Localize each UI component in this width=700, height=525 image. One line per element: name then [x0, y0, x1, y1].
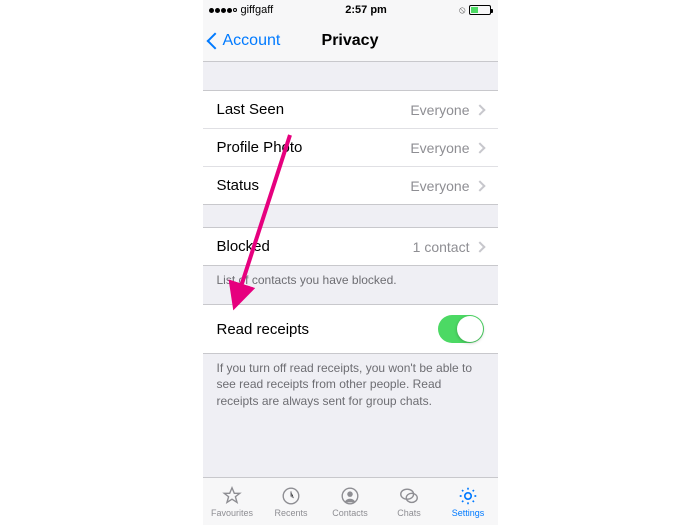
status-right: ⦸	[459, 5, 492, 16]
chevron-right-icon	[474, 241, 485, 252]
tab-favourites[interactable]: Favourites	[203, 478, 262, 525]
chats-icon	[398, 485, 420, 507]
toggle-knob	[457, 316, 483, 342]
tab-label: Settings	[452, 508, 485, 518]
status-left: giffgaff	[209, 4, 274, 16]
tab-bar: Favourites Recents Contacts Chats Settin…	[203, 477, 498, 525]
phone-screen: giffgaff 2:57 pm ⦸ Account Privacy Last …	[203, 0, 498, 525]
star-icon	[221, 485, 243, 507]
chevron-left-icon	[206, 32, 223, 49]
back-label: Account	[223, 32, 281, 50]
tab-settings[interactable]: Settings	[439, 478, 498, 525]
row-label: Last Seen	[217, 101, 285, 118]
tab-label: Chats	[397, 508, 421, 518]
signal-dots-icon	[209, 8, 237, 13]
row-label: Blocked	[217, 238, 270, 255]
blocked-footer: List of contacts you have blocked.	[203, 266, 498, 294]
nav-bar: Account Privacy	[203, 20, 498, 62]
row-label: Profile Photo	[217, 139, 303, 156]
contact-icon	[339, 485, 361, 507]
row-label: Status	[217, 177, 260, 194]
tab-label: Contacts	[332, 508, 368, 518]
gear-icon	[457, 485, 479, 507]
row-value: Everyone	[410, 102, 469, 118]
tab-chats[interactable]: Chats	[380, 478, 439, 525]
clock-icon	[280, 485, 302, 507]
section-spacer	[203, 205, 498, 227]
status-bar: giffgaff 2:57 pm ⦸	[203, 0, 498, 20]
carrier-label: giffgaff	[241, 4, 274, 16]
chevron-right-icon	[474, 180, 485, 191]
tab-label: Favourites	[211, 508, 253, 518]
row-value: Everyone	[410, 140, 469, 156]
row-status[interactable]: Status Everyone	[203, 167, 498, 204]
tab-recents[interactable]: Recents	[262, 478, 321, 525]
tab-contacts[interactable]: Contacts	[321, 478, 380, 525]
tab-label: Recents	[274, 508, 307, 518]
row-value-wrap: Everyone	[410, 102, 483, 118]
battery-icon	[469, 5, 491, 15]
read-receipts-toggle[interactable]	[438, 315, 484, 343]
row-read-receipts: Read receipts	[203, 305, 498, 353]
row-value-wrap: Everyone	[410, 178, 483, 194]
row-value-wrap: 1 contact	[413, 239, 484, 255]
section-spacer	[203, 294, 498, 304]
row-profile-photo[interactable]: Profile Photo Everyone	[203, 129, 498, 167]
row-blocked[interactable]: Blocked 1 contact	[203, 228, 498, 265]
blocked-group: Blocked 1 contact	[203, 227, 498, 266]
read-receipts-group: Read receipts	[203, 304, 498, 354]
section-spacer	[203, 62, 498, 90]
row-last-seen[interactable]: Last Seen Everyone	[203, 91, 498, 129]
clock: 2:57 pm	[345, 4, 387, 16]
page-title: Privacy	[322, 32, 379, 50]
chevron-right-icon	[474, 104, 485, 115]
row-value: 1 contact	[413, 239, 470, 255]
row-label: Read receipts	[217, 321, 310, 338]
privacy-group: Last Seen Everyone Profile Photo Everyon…	[203, 90, 498, 205]
row-value: Everyone	[410, 178, 469, 194]
row-value-wrap: Everyone	[410, 140, 483, 156]
chevron-right-icon	[474, 142, 485, 153]
read-receipts-footer: If you turn off read receipts, you won't…	[203, 354, 498, 415]
dnd-icon: ⦸	[459, 5, 466, 16]
back-button[interactable]: Account	[209, 32, 281, 50]
